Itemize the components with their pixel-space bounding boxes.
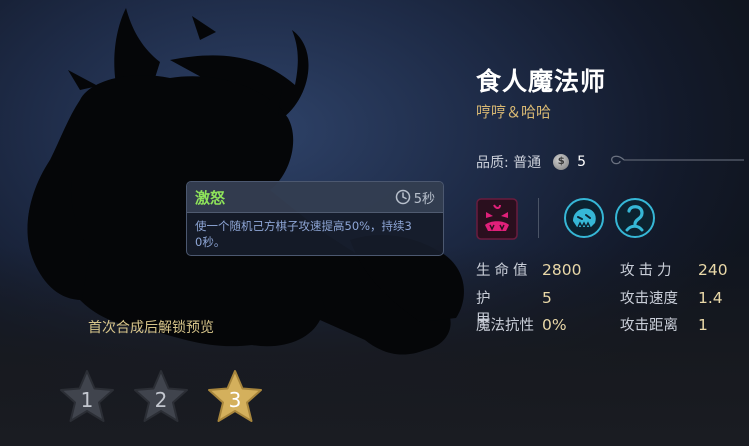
hero-subtitle: 哼哼＆哈哈 [476,103,552,121]
star-level-2-button[interactable]: 2 [130,367,192,427]
skill-tooltip-header: 激怒 5秒 [187,182,443,213]
star-label: 3 [229,388,242,412]
decorative-swirl-line [611,155,744,165]
star-level-3-button[interactable]: 3 [204,367,266,427]
stat-label: 攻击力 [620,263,676,279]
stat-hp: 生命值 2800 [476,259,581,280]
skill-description-line: 0秒。 [195,235,226,249]
hero-name: 食人魔法师 [476,67,607,96]
skill-cooldown: 5秒 [395,188,435,207]
stat-attack-speed: 攻击速度 1.4 [620,287,723,308]
trait-divider [538,198,539,238]
stat-attack-range: 攻击距离 1 [620,314,708,335]
unlock-hint: 首次合成后解锁预览 [88,320,214,336]
stat-value: 240 [698,261,728,279]
star-label: 2 [155,388,168,412]
skill-name: 激怒 [195,188,226,207]
stat-value: 5 [542,289,552,307]
quality-row: 品质: 普通 $ 5 [476,152,586,172]
stat-label: 攻击速度 [620,291,678,307]
stat-label: 魔法抗性 [476,318,534,334]
stat-value: 1.4 [698,289,723,307]
stat-value: 0% [542,316,567,334]
stat-value: 2800 [542,261,582,279]
star-level-1-button[interactable]: 1 [56,367,118,427]
stat-label: 生命值 [476,263,532,279]
quality-label: 品质: 普通 [476,155,542,171]
stat-label: 攻击距离 [620,318,678,334]
mage-swirl-icon[interactable] [614,197,656,239]
beast-paw-icon[interactable] [563,197,605,239]
star-label: 1 [81,388,94,412]
skill-cooldown-value: 5秒 [413,191,435,207]
clock-icon [395,189,410,205]
stat-value: 1 [698,316,708,334]
stat-magic-resist: 魔法抗性 0% [476,314,567,335]
hero-cost: 5 [577,154,587,170]
stat-attack: 攻击力 240 [620,259,728,280]
skill-description-line: 使一个随机己方棋子攻速提高50%，持续3 [195,219,412,233]
skill-tooltip: 激怒 5秒 使一个随机己方棋子攻速提高50%，持续3 0秒。 [186,181,444,256]
coin-icon: $ [553,154,570,170]
skill-description: 使一个随机己方棋子攻速提高50%，持续3 0秒。 [187,213,443,255]
ogre-face-icon[interactable] [476,198,518,240]
